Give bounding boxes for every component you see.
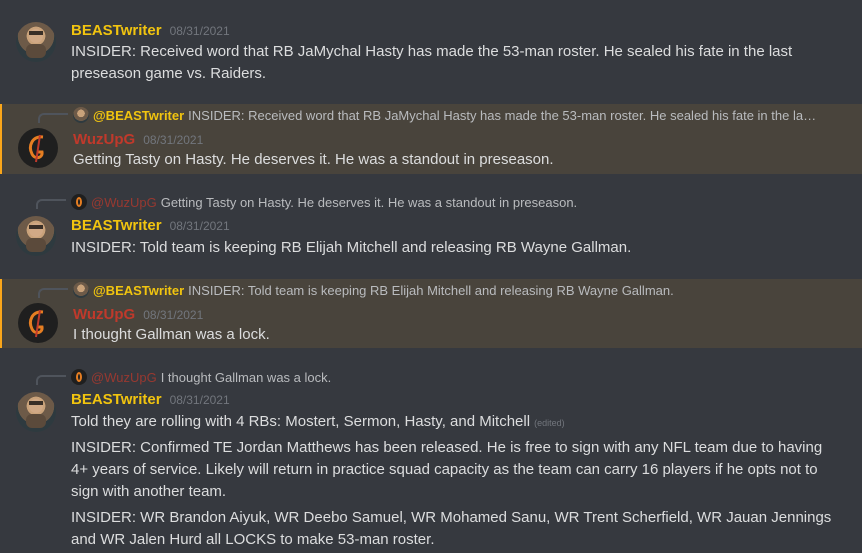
reply-author[interactable]: @BEASTwriter: [93, 108, 184, 123]
reply-preview[interactable]: @BEASTwriter INSIDER: Told team is keepin…: [73, 282, 822, 300]
author-name[interactable]: WuzUpG 08/31/2021: [73, 131, 203, 148]
reply-text: INSIDER: Told team is keeping RB Elijah …: [188, 283, 674, 298]
avatar-beastwriter-icon: [73, 282, 89, 298]
avatar-beastwriter[interactable]: [16, 216, 56, 256]
author-name[interactable]: BEASTwriter 08/31/2021: [71, 217, 230, 234]
timestamp: 08/31/2021: [143, 308, 204, 322]
message-text: I thought Gallman was a lock.: [73, 326, 270, 343]
reply-spine: [36, 375, 66, 385]
timestamp: 08/31/2021: [143, 133, 204, 147]
message-3: @WuzUpG Getting Tasty on Hasty. He deserv…: [0, 190, 862, 265]
reply-spine: [36, 199, 66, 209]
author-name[interactable]: WuzUpG 08/31/2021: [73, 306, 203, 323]
reply-preview[interactable]: @WuzUpG Getting Tasty on Hasty. He deserv…: [71, 194, 822, 212]
reply-preview[interactable]: @WuzUpG I thought Gallman was a lock.: [71, 369, 822, 387]
message-2: @BEASTwriter INSIDER: Received word that …: [0, 104, 862, 174]
timestamp: 08/31/2021: [169, 24, 230, 38]
author-name[interactable]: BEASTwriter 08/31/2021: [71, 391, 230, 408]
avatar-wuzupg-icon: [71, 194, 87, 210]
reply-text: I thought Gallman was a lock.: [160, 370, 332, 385]
reply-text: INSIDER: Received word that RB JaMychal …: [188, 108, 822, 123]
avatar-wuzupg-icon: [71, 369, 87, 385]
reply-preview[interactable]: @BEASTwriter INSIDER: Received word that …: [73, 107, 822, 125]
message-5: @WuzUpG I thought Gallman was a lock. BEA…: [0, 366, 862, 553]
message-text: INSIDER: Received word that RB JaMychal …: [71, 43, 793, 82]
avatar-wuzupg[interactable]: [18, 128, 58, 168]
reply-author[interactable]: @BEASTwriter: [93, 283, 184, 298]
timestamp: 08/31/2021: [169, 393, 230, 407]
message-text: INSIDER: Confirmed TE Jordan Matthews ha…: [71, 439, 823, 500]
reply-author[interactable]: @WuzUpG: [91, 370, 157, 385]
avatar-wuzupg[interactable]: [18, 303, 58, 343]
timestamp: 08/31/2021: [169, 219, 230, 233]
message-text: INSIDER: Told team is keeping RB Elijah …: [71, 239, 632, 256]
reply-author[interactable]: @WuzUpG: [91, 195, 157, 210]
author-name[interactable]: BEASTwriter 08/31/2021: [71, 22, 230, 39]
message-text: INSIDER: WR Brandon Aiyuk, WR Deebo Samu…: [71, 509, 832, 548]
message-1: BEASTwriter 08/31/2021 INSIDER: Received …: [0, 10, 862, 92]
message-text: Told they are rolling with 4 RBs: Moster…: [71, 413, 565, 430]
reply-text: Getting Tasty on Hasty. He deserves it. …: [160, 195, 578, 210]
edited-label: (edited): [534, 418, 565, 428]
message-4: @BEASTwriter INSIDER: Told team is keepin…: [0, 279, 862, 348]
avatar-beastwriter-icon: [73, 107, 89, 123]
reply-spine: [38, 288, 68, 298]
avatar-beastwriter[interactable]: [16, 22, 56, 62]
message-text: Getting Tasty on Hasty. He deserves it. …: [73, 151, 554, 168]
avatar-beastwriter[interactable]: [16, 392, 56, 432]
reply-spine: [38, 113, 68, 123]
